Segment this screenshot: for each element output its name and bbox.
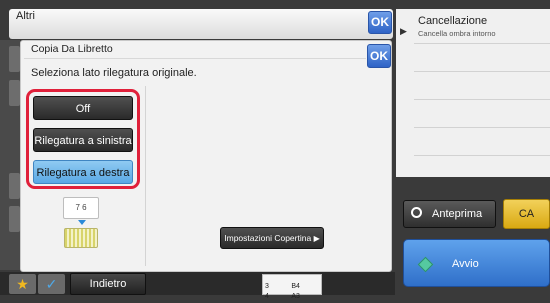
divider <box>414 71 550 72</box>
star-icon[interactable]: ★ <box>9 274 36 294</box>
magnifier-icon <box>411 207 422 218</box>
booklet-spine-icon <box>64 228 98 248</box>
divider <box>414 127 550 128</box>
cover-settings-button[interactable]: Impostazioni Copertina ▶ <box>220 227 324 249</box>
divider <box>145 86 146 266</box>
back-button[interactable]: Indietro <box>70 273 146 295</box>
play-icon: ▶ <box>400 26 407 36</box>
instruction-text: Seleziona lato rilegatura originale. <box>31 67 197 79</box>
dialog-ok-button[interactable]: OK <box>367 44 391 68</box>
option-right-binding-button[interactable]: Rilegatura a destra <box>33 160 133 184</box>
right-panel-subtitle: Cancella ombra intorno <box>418 29 496 38</box>
background-left-panel <box>0 40 20 270</box>
right-panel-title[interactable]: Cancellazione <box>418 15 487 27</box>
top-panel <box>9 9 393 39</box>
divider <box>414 99 550 100</box>
divider <box>414 155 550 156</box>
check-icon[interactable]: ✓ <box>38 274 65 294</box>
background-tab <box>9 206 20 232</box>
clear-all-button[interactable]: CA <box>503 199 550 229</box>
background-tab <box>9 173 20 199</box>
paper-size: A3 <box>291 293 300 300</box>
background-tab <box>9 80 20 106</box>
option-off-button[interactable]: Off <box>33 96 133 120</box>
divider <box>414 43 550 44</box>
option-left-binding-button[interactable]: Rilegatura a sinistra <box>33 128 133 152</box>
paper-tray-number: 4 <box>265 293 269 300</box>
dialog-title: Copia Da Libretto <box>31 43 113 55</box>
arrow-right-icon: ▶ <box>313 234 320 243</box>
preview-label: Anteprima <box>432 208 483 220</box>
paper-status: 3 B4 4 A3 <box>262 274 322 300</box>
top-title: Altri <box>16 10 35 22</box>
book-pages-illustration: 7 6 <box>63 197 99 219</box>
background-tab <box>9 46 20 72</box>
top-ok-button[interactable]: OK <box>368 11 392 34</box>
divider <box>24 58 366 59</box>
cover-settings-label: Impostazioni Copertina <box>224 233 312 243</box>
start-label: Avvio <box>452 258 479 270</box>
arrow-down-icon <box>78 220 86 225</box>
